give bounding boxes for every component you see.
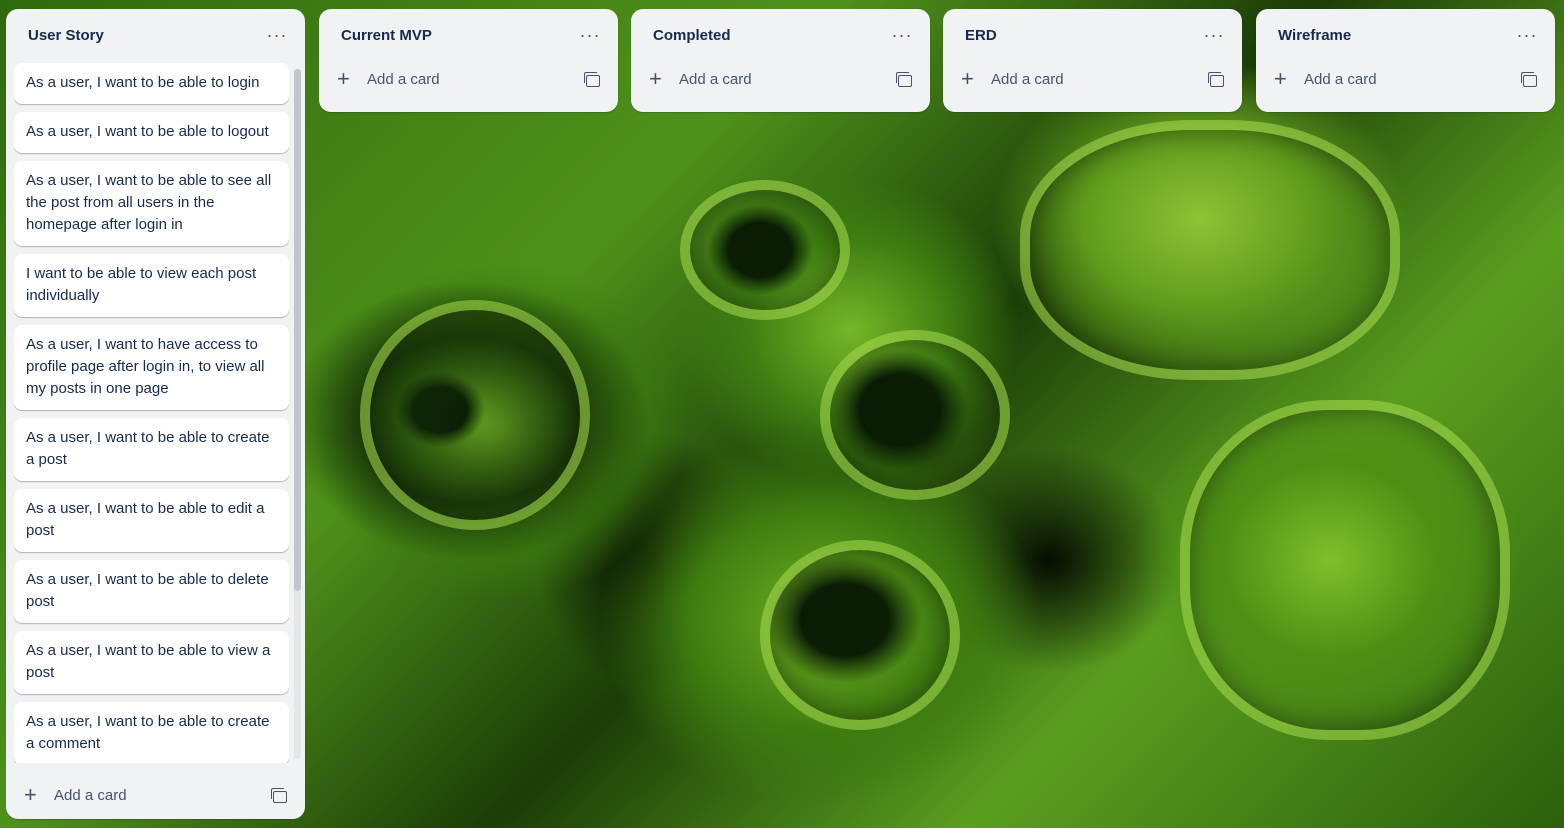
add-card-button[interactable]: + Add a card [951,61,1234,97]
board-lists: User Story ··· As a user, I want to be a… [0,0,1564,828]
card-template-icon[interactable] [271,788,287,803]
card-template-icon[interactable] [584,72,600,87]
list-menu-button[interactable]: ··· [886,19,918,51]
ellipsis-icon: ··· [579,24,601,45]
list-current-mvp: Current MVP ··· + Add a card [319,9,618,112]
plus-icon: + [961,66,974,91]
add-card-label: Add a card [1304,70,1377,88]
card-template-icon[interactable] [1208,72,1224,87]
card[interactable]: As a user, I want to be able to see all … [14,161,289,246]
list-title[interactable]: Wireframe [1278,27,1511,44]
add-card-label: Add a card [54,786,127,804]
list-header[interactable]: User Story ··· [6,9,305,61]
list-wireframe: Wireframe ··· + Add a card [1256,9,1555,112]
card[interactable]: As a user, I want to be able to login [14,63,289,104]
list-header[interactable]: Wireframe ··· [1256,9,1555,61]
ellipsis-icon: ··· [891,24,913,45]
plus-icon: + [1274,66,1287,91]
add-card-button[interactable]: + Add a card [1264,61,1547,97]
card[interactable]: As a user, I want to be able to delete p… [14,560,289,623]
list-header[interactable]: Completed ··· [631,9,930,61]
add-card-label: Add a card [367,70,440,88]
card[interactable]: As a user, I want to be able to edit a p… [14,489,289,552]
list-header[interactable]: Current MVP ··· [319,9,618,61]
card[interactable]: As a user, I want to be able to view a p… [14,631,289,694]
card-list: As a user, I want to be able to login As… [14,63,289,763]
add-card-label: Add a card [991,70,1064,88]
list-header[interactable]: ERD ··· [943,9,1242,61]
plus-icon: + [649,66,662,91]
scrollbar-thumb[interactable] [294,69,301,591]
list-title[interactable]: User Story [28,27,261,44]
list-title[interactable]: ERD [965,27,1198,44]
add-card-button[interactable]: + Add a card [639,61,922,97]
plus-icon: + [24,782,37,807]
card-template-icon[interactable] [1521,72,1537,87]
plus-icon: + [337,66,350,91]
card[interactable]: As a user, I want to be able to create a… [14,702,289,763]
card[interactable]: As a user, I want to be able to create a… [14,418,289,481]
ellipsis-icon: ··· [1203,24,1225,45]
list-completed: Completed ··· + Add a card [631,9,930,112]
list-user-story: User Story ··· As a user, I want to be a… [6,9,305,819]
card[interactable]: As a user, I want to have access to prof… [14,325,289,410]
ellipsis-icon: ··· [1516,24,1538,45]
list-menu-button[interactable]: ··· [1511,19,1543,51]
card[interactable]: As a user, I want to be able to logout [14,112,289,153]
list-menu-button[interactable]: ··· [574,19,606,51]
ellipsis-icon: ··· [266,24,288,45]
add-card-button[interactable]: + Add a card [327,61,610,97]
add-card-button[interactable]: + Add a card [14,777,297,813]
list-erd: ERD ··· + Add a card [943,9,1242,112]
add-card-label: Add a card [679,70,752,88]
list-menu-button[interactable]: ··· [1198,19,1230,51]
list-menu-button[interactable]: ··· [261,19,293,51]
card[interactable]: I want to be able to view each post indi… [14,254,289,317]
list-title[interactable]: Completed [653,27,886,44]
card-template-icon[interactable] [896,72,912,87]
list-title[interactable]: Current MVP [341,27,574,44]
